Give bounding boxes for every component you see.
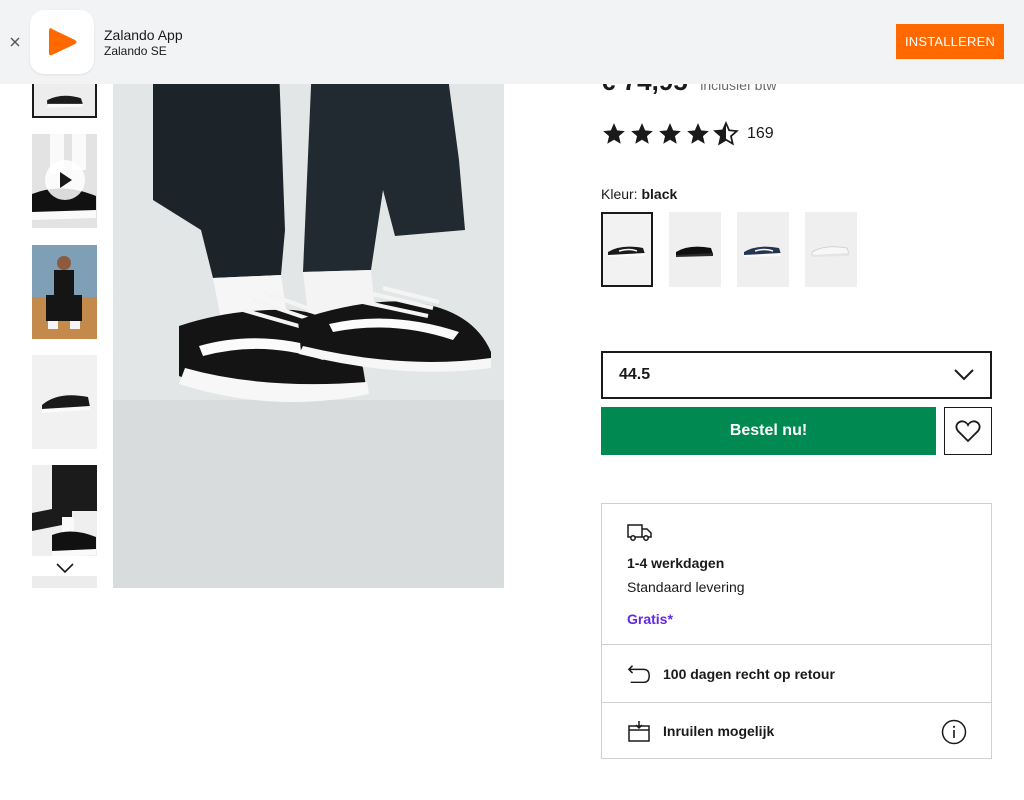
delivery-price: Gratis* [627, 611, 673, 627]
star-full-icon [657, 121, 683, 147]
thumbnail-3[interactable] [32, 245, 97, 339]
color-swatch-black-all[interactable] [669, 212, 721, 287]
delivery-section: 1-4 werkdagen Standaard levering Gratis* [602, 504, 991, 645]
rating-row[interactable]: 169 [601, 121, 774, 147]
delivery-days: 1-4 werkdagen [627, 555, 725, 571]
app-icon [30, 10, 94, 74]
color-swatch-navy[interactable] [737, 212, 789, 287]
color-swatch-white[interactable] [805, 212, 857, 287]
returns-row: 100 dagen recht op retour [602, 645, 991, 702]
thumbnail-4[interactable] [32, 355, 97, 449]
info-icon[interactable] [941, 719, 967, 745]
banner-close-button[interactable] [9, 36, 21, 48]
shoe-swatch-image [744, 246, 781, 257]
color-label: Kleur: black [601, 186, 677, 202]
shoe-swatch-image [676, 246, 713, 257]
shoe-swatch-image [811, 245, 850, 257]
order-now-button[interactable]: Bestel nu! [601, 407, 936, 455]
buy-row: Bestel nu! [601, 407, 992, 455]
color-swatches [601, 212, 857, 287]
app-install-banner: Zalando App Zalando SE INSTALLEREN [0, 0, 1024, 84]
delivery-type: Standaard levering [627, 579, 745, 595]
size-value: 44.5 [619, 366, 651, 383]
app-name: Zalando App [104, 27, 183, 43]
star-full-icon [629, 121, 655, 147]
review-count: 169 [747, 125, 774, 142]
size-select[interactable]: 44.5 [601, 351, 992, 399]
delivery-info-box: 1-4 werkdagen Standaard levering Gratis*… [601, 503, 992, 759]
exchange-row: Inruilen mogelijk [602, 702, 991, 759]
app-publisher: Zalando SE [104, 44, 167, 58]
star-half-icon [713, 121, 739, 147]
exchange-box-icon [627, 719, 651, 743]
chevron-down-icon [55, 563, 74, 574]
heart-icon [955, 420, 981, 443]
color-label-text: Kleur: [601, 186, 638, 202]
close-icon [10, 37, 20, 47]
star-rating [601, 121, 739, 147]
thumbnail-2[interactable] [32, 134, 97, 228]
wishlist-button[interactable] [944, 407, 992, 455]
color-value: black [641, 186, 678, 202]
zalando-logo-icon [49, 28, 77, 56]
exchange-text: Inruilen mogelijk [663, 723, 775, 739]
returns-text: 100 dagen recht op retour [663, 665, 835, 682]
truck-icon [627, 524, 652, 541]
chevron-down-icon [954, 369, 974, 381]
star-full-icon [685, 121, 711, 147]
main-product-image[interactable] [113, 40, 504, 588]
shoe-swatch-image [608, 246, 645, 257]
color-swatch-black[interactable] [601, 212, 653, 287]
return-arrow-icon [627, 662, 651, 686]
thumbnail-6[interactable] [32, 576, 97, 588]
install-button[interactable]: INSTALLEREN [896, 24, 1004, 59]
star-full-icon [601, 121, 627, 147]
thumbnail-5[interactable] [32, 465, 97, 559]
product-page: € 74,95 inclusief btw 169 Kleur: black [0, 0, 1024, 800]
